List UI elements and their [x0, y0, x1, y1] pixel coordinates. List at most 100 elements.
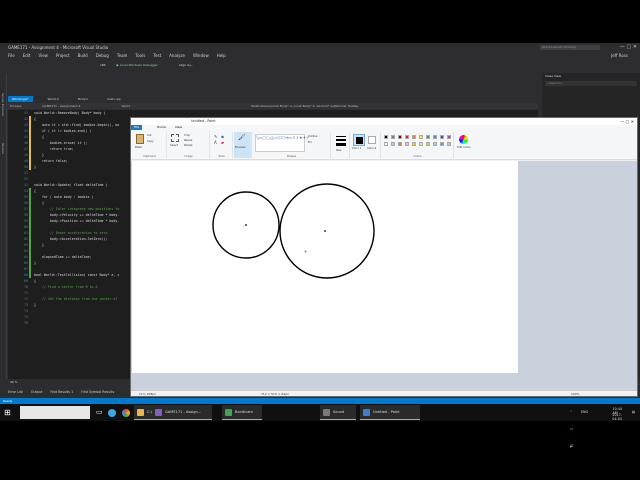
rotate-button[interactable]: Rotate: [184, 144, 193, 147]
clock-date[interactable]: 2017-04-03: [612, 413, 622, 421]
palette-swatch[interactable]: [419, 142, 423, 146]
palette-swatch[interactable]: [384, 135, 388, 139]
taskbar-app[interactable]: Untitled - Paint: [360, 405, 420, 420]
bottom-tab[interactable]: Output: [31, 390, 42, 394]
search-box[interactable]: [20, 406, 90, 419]
palette-swatch[interactable]: [391, 135, 395, 139]
palette-swatch[interactable]: [398, 142, 402, 146]
vs-menu-item[interactable]: Project: [56, 53, 70, 58]
palette-swatch[interactable]: [412, 142, 416, 146]
bottom-tab[interactable]: Find Symbol Results: [81, 390, 114, 394]
taskbar-app[interactable]: GAME171 - Assign...: [152, 405, 212, 420]
line-number-gutter: 41 42 43 44 45 46 47 48 49 50 51 52 53 54 55 56 57 58 59 60…: [8, 110, 30, 404]
tab-body-h[interactable]: Body.h: [74, 96, 92, 102]
palette-swatch[interactable]: [405, 142, 409, 146]
platform-select[interactable]: x86: [100, 63, 106, 67]
vs-menu-item[interactable]: Tools: [135, 53, 145, 58]
edit-colors-button[interactable]: Edit colors: [455, 132, 473, 158]
nav-process[interactable]: Process: [10, 104, 21, 108]
palette-swatch[interactable]: [447, 142, 451, 146]
tab-main-cpp[interactable]: main.cpp: [103, 96, 125, 102]
paste-icon[interactable]: [136, 134, 144, 144]
crop-button[interactable]: Crop: [184, 134, 190, 137]
zoom-level[interactable]: 100%: [571, 391, 580, 397]
tab-world-h[interactable]: World.h: [43, 96, 62, 102]
paste-button[interactable]: Paste: [135, 146, 142, 149]
vs-menu-item[interactable]: View: [38, 53, 48, 58]
palette-swatch[interactable]: [426, 135, 430, 139]
copy-button[interactable]: Copy: [147, 140, 154, 143]
cut-button[interactable]: Cut: [147, 134, 151, 137]
vs-menu-item[interactable]: Debug: [96, 53, 109, 58]
select-icon[interactable]: [171, 134, 179, 142]
palette-swatch[interactable]: [419, 135, 423, 139]
run-button-label: Local Windows Debugger: [119, 63, 158, 67]
fill-icon[interactable]: ◆: [221, 134, 224, 139]
palette-swatch[interactable]: [384, 142, 388, 146]
vs-menu-item[interactable]: Window: [193, 53, 209, 58]
palette-swatch[interactable]: [440, 142, 444, 146]
notifications-icon[interactable]: ▤: [632, 404, 635, 421]
paint-tab-home[interactable]: Home: [157, 125, 166, 129]
palette-swatch[interactable]: [433, 142, 437, 146]
paint-tab-view[interactable]: View: [175, 125, 182, 129]
color2-button[interactable]: [368, 136, 376, 144]
text-icon[interactable]: A: [214, 140, 217, 145]
vs-menu-item[interactable]: Test: [153, 53, 161, 58]
size-button[interactable]: Size: [332, 132, 350, 158]
palette-swatch[interactable]: [426, 142, 430, 146]
tray-icons[interactable]: ⌃ ▭ 🔊: [570, 404, 574, 455]
vs-user-name[interactable]: Jeff Ross: [611, 52, 628, 60]
tab-world-cpp[interactable]: World.cpp*: [8, 96, 33, 102]
color-wheel-icon: [459, 135, 468, 144]
pencil-icon[interactable]: ✎: [214, 134, 217, 139]
class-view-search[interactable]: <Search>: [545, 81, 637, 86]
palette-swatch[interactable]: [447, 135, 451, 139]
paint-window-controls[interactable]: — ▢ ✕: [620, 118, 634, 125]
quick-launch-input[interactable]: Quick Launch (Ctrl+Q): [540, 45, 600, 50]
vs-menu-item[interactable]: Team: [117, 53, 128, 58]
color1-button[interactable]: [353, 134, 365, 146]
code-text[interactable]: void World::RemoveBody( Body* body ){ au…: [34, 110, 144, 326]
fill-button[interactable]: Fill: [308, 141, 311, 144]
vs-menu-item[interactable]: Analyze: [169, 53, 185, 58]
edge-icon[interactable]: [108, 409, 116, 417]
nav-project[interactable]: GAME171 - Assignment 4: [42, 104, 80, 108]
resize-button[interactable]: Resize: [184, 139, 192, 142]
brushes-button[interactable]: 🖌 Brushes: [234, 132, 252, 158]
vs-menu-item[interactable]: File: [8, 53, 15, 58]
shapes-gallery[interactable]: ╲▭▢○△▷◇⬠⬡➔⇦⇧⇩★✦✧: [255, 134, 309, 152]
palette-swatch[interactable]: [405, 135, 409, 139]
language-indicator[interactable]: ENG: [581, 404, 588, 421]
bottom-tab[interactable]: Error List: [8, 390, 23, 394]
bottom-tab[interactable]: Find Results 1: [50, 390, 73, 394]
run-button[interactable]: ▶ Local Windows Debugger: [117, 63, 158, 67]
paint-window: Untitled - Paint — ▢ ✕ File Home View Pa…: [130, 117, 638, 397]
editor-zoom[interactable]: 96 %: [10, 380, 18, 384]
palette-swatch[interactable]: [398, 135, 402, 139]
screen: GAME171 - Assignment 4 - Microsoft Visua…: [0, 0, 640, 480]
palette-swatch[interactable]: [412, 135, 416, 139]
toolbox-tab[interactable]: Toolbox: [1, 143, 5, 154]
window-controls[interactable]: — ▢ ✕: [620, 43, 637, 52]
nav-class[interactable]: World: [121, 104, 130, 108]
code-line[interactable]: [34, 320, 144, 326]
start-icon[interactable]: ⊞: [4, 406, 11, 419]
nav-member[interactable]: TestCollision(const Body* a, const Body*…: [251, 104, 358, 108]
select-button[interactable]: Select: [170, 144, 178, 147]
vs-menu-item[interactable]: Help: [217, 53, 226, 58]
taskbar-app[interactable]: Bandicam: [222, 405, 262, 420]
task-view-icon[interactable]: ▭: [96, 406, 103, 419]
palette-swatch[interactable]: [440, 135, 444, 139]
vs-menu-item[interactable]: Edit: [23, 53, 31, 58]
eraser-icon[interactable]: ▰: [221, 140, 224, 145]
palette-swatch[interactable]: [433, 135, 437, 139]
align-select[interactable]: Align by...: [179, 63, 194, 67]
server-explorer-tab[interactable]: Server Explorer: [1, 93, 5, 116]
outline-button[interactable]: Outline: [308, 135, 317, 138]
taskbar-app[interactable]: Sound: [320, 405, 356, 420]
chrome-icon[interactable]: [122, 409, 130, 417]
drawing-canvas[interactable]: +: [132, 161, 518, 373]
palette-swatch[interactable]: [391, 142, 395, 146]
vs-menu-item[interactable]: Build: [78, 53, 88, 58]
